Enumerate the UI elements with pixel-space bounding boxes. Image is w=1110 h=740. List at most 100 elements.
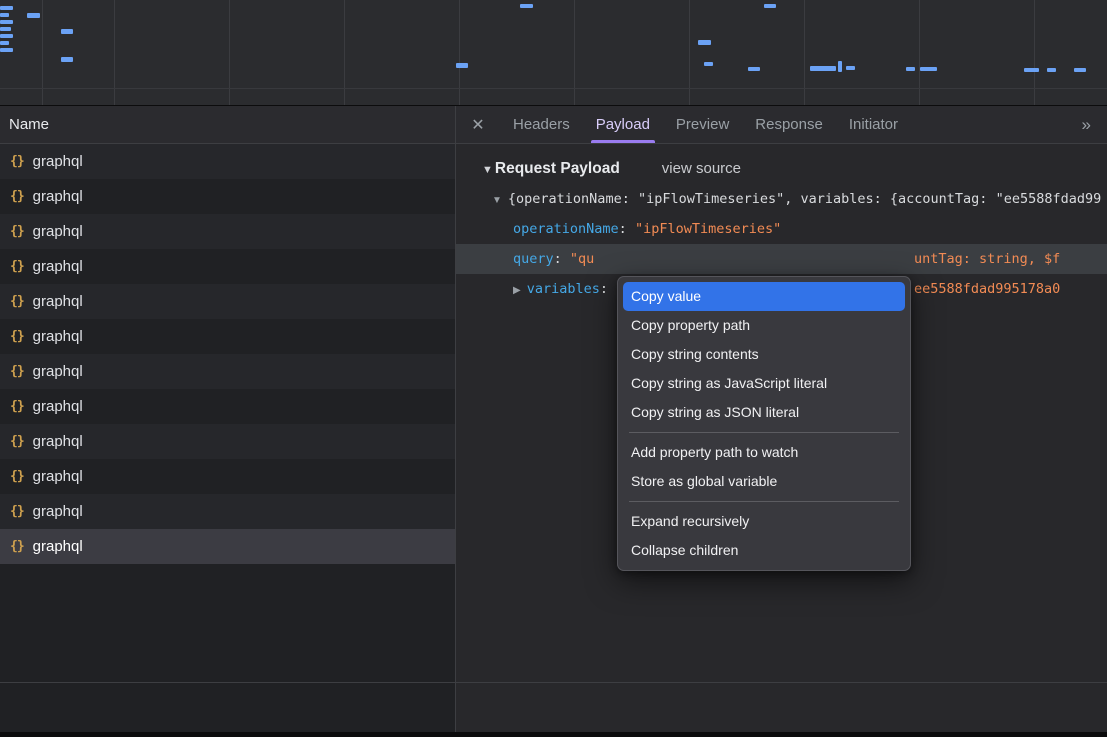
menu-item-add-property-path-to-watch[interactable]: Add property path to watch (623, 438, 905, 467)
section-title: Request Payload (495, 160, 620, 177)
timeline-bar (1024, 68, 1039, 72)
network-request-row[interactable]: {} graphql (0, 529, 455, 564)
network-request-row[interactable]: {} graphql (0, 249, 455, 284)
devtools-window: Name {}graphql{}graphql{}graphql{}graphq… (0, 0, 1107, 737)
menu-item-expand-recursively[interactable]: Expand recursively (623, 507, 905, 536)
menu-item-copy-string-json-literal[interactable]: Copy string as JSON literal (623, 398, 905, 427)
network-request-row[interactable]: {}graphql (0, 284, 455, 319)
timeline-bar (1074, 68, 1086, 72)
menu-separator (629, 432, 899, 433)
menu-item-collapse-children[interactable]: Collapse children (623, 536, 905, 565)
request-name: graphql (33, 319, 83, 354)
timeline-bar (0, 20, 13, 24)
request-name: graphql (33, 529, 83, 564)
overview-subline (0, 88, 1107, 89)
network-request-row[interactable]: {} graphql (0, 354, 455, 389)
network-request-row[interactable]: {}graphql (0, 459, 455, 494)
details-tabs-bar: ✕ Headers Payload Preview Response Initi… (456, 106, 1107, 144)
braces-icon: {} (10, 494, 24, 529)
timeline-bar (838, 61, 842, 72)
timeline-bar (61, 29, 73, 34)
property-key: query (513, 251, 554, 267)
timeline-bar (748, 67, 760, 71)
tree-row-root[interactable]: ▼ {operationName: "ipFlowTimeseries", var… (456, 184, 1107, 214)
tab-payload[interactable]: Payload (583, 106, 663, 143)
timeline-bar (61, 57, 73, 62)
context-menu: Copy value Copy property path Copy strin… (617, 276, 911, 571)
menu-separator (629, 501, 899, 502)
network-request-row[interactable]: {} graphql (0, 144, 455, 179)
braces-icon: {} (10, 284, 24, 319)
network-request-row[interactable]: {} graphql (0, 214, 455, 249)
timeline-bar (0, 48, 13, 52)
braces-icon: {} (10, 319, 24, 354)
footer-divider (0, 682, 1107, 683)
request-name: graphql (33, 354, 83, 389)
pane-divider[interactable] (455, 106, 456, 732)
tree-row-query[interactable]: query: "quuntTag: string, $f (456, 244, 1107, 274)
property-value-tail: untTag: string, $f (914, 244, 1060, 274)
property-value: "ipFlowTimeseries" (635, 221, 781, 237)
expanded-triangle-icon[interactable]: ▼ (492, 195, 502, 206)
colon: : (619, 221, 635, 237)
request-name: graphql (33, 424, 83, 459)
collapsed-triangle-icon[interactable]: ▶ (513, 285, 521, 296)
collapse-triangle-icon[interactable]: ▼ (482, 164, 493, 176)
timeline-bar (456, 63, 468, 68)
timeline-bar (704, 62, 713, 66)
name-column-header[interactable]: Name (0, 106, 455, 144)
requests-pane: Name {}graphql{}graphql{}graphql{}graphq… (0, 106, 455, 732)
request-name: graphql (33, 494, 83, 529)
close-icon[interactable]: ✕ (456, 106, 500, 143)
timeline-bar (846, 66, 855, 70)
timeline-bar (698, 40, 711, 45)
requests-list: {} graphql {} graphql {} graphql {} graphql {} gr… (0, 144, 455, 564)
tab-response[interactable]: Response (742, 106, 836, 143)
braces-icon: {} (10, 529, 24, 564)
timeline-bar (920, 67, 937, 71)
network-request-row[interactable]: {} graphql (0, 424, 455, 459)
request-name: graphql (33, 214, 83, 249)
tab-preview[interactable]: Preview (663, 106, 742, 143)
network-request-row[interactable]: {}graphql (0, 389, 455, 424)
object-preview: {operationName: "ipFlowTimeseries", vari… (508, 191, 1101, 207)
timeline-bar (520, 4, 533, 8)
timeline-bar (0, 34, 13, 38)
tree-row-operation-name[interactable]: operationName: "ipFlowTimeseries" (456, 214, 1107, 244)
request-name: graphql (33, 249, 83, 284)
property-value-tail: ee5588fdad995178a0 (914, 274, 1060, 304)
braces-icon: {} (10, 249, 24, 284)
braces-icon: {} (10, 354, 24, 389)
braces-icon: {} (10, 179, 24, 214)
timeline-bar (0, 27, 11, 31)
request-name: graphql (33, 179, 83, 214)
timeline-bar (27, 13, 40, 18)
view-source-link[interactable]: view source (662, 160, 741, 177)
braces-icon: {} (10, 214, 24, 249)
menu-item-copy-value[interactable]: Copy value (623, 282, 905, 311)
timeline-bar (0, 13, 9, 17)
menu-item-copy-string-js-literal[interactable]: Copy string as JavaScript literal (623, 369, 905, 398)
menu-item-copy-string-contents[interactable]: Copy string contents (623, 340, 905, 369)
braces-icon: {} (10, 144, 24, 179)
network-request-row[interactable]: {} graphql (0, 319, 455, 354)
network-request-row[interactable]: {} graphql (0, 494, 455, 529)
property-key: variables (527, 281, 600, 297)
timeline-bar (0, 41, 9, 45)
timeline-bar (906, 67, 915, 71)
network-overview-strip[interactable] (0, 0, 1107, 106)
timeline-bar (764, 4, 776, 8)
braces-icon: {} (10, 389, 24, 424)
tab-headers[interactable]: Headers (500, 106, 583, 143)
more-tabs-icon[interactable]: » (1066, 106, 1107, 143)
colon: : (600, 281, 608, 297)
menu-item-store-as-global-variable[interactable]: Store as global variable (623, 467, 905, 496)
property-key: operationName (513, 221, 619, 237)
tab-initiator[interactable]: Initiator (836, 106, 911, 143)
braces-icon: {} (10, 424, 24, 459)
colon: : (554, 251, 570, 267)
timeline-bar (1047, 68, 1056, 72)
menu-item-copy-property-path[interactable]: Copy property path (623, 311, 905, 340)
network-request-row[interactable]: {} graphql (0, 179, 455, 214)
request-name: graphql (33, 144, 83, 179)
